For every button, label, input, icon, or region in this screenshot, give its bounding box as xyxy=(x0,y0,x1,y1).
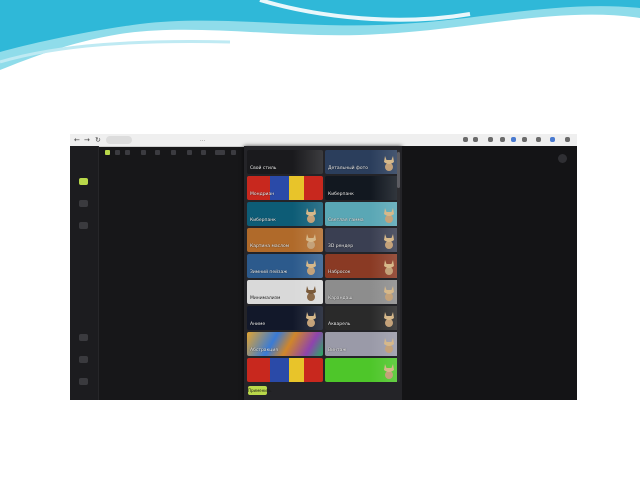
sidebar-item-help[interactable] xyxy=(79,334,88,341)
tool-icon[interactable] xyxy=(115,150,120,155)
style-option-tile[interactable]: Аниме xyxy=(247,306,323,330)
scrollbar[interactable] xyxy=(397,150,400,382)
style-grid: Свой стиль Детальный фото Мондриан Киберпан… xyxy=(247,150,397,382)
tool-icon[interactable] xyxy=(105,150,110,155)
canvas-area xyxy=(402,146,577,400)
tool-icon[interactable] xyxy=(231,150,236,155)
sidebar-item-news[interactable] xyxy=(79,356,88,363)
style-option-label: Акварель xyxy=(328,322,351,327)
style-option-tile[interactable]: Карандаш xyxy=(325,280,397,304)
reload-button[interactable]: ↻ xyxy=(95,136,101,144)
style-option-tile[interactable] xyxy=(325,358,397,382)
cat-preview-icon xyxy=(306,260,316,275)
style-option-label: Зимний пейзаж xyxy=(250,270,288,275)
avatar[interactable] xyxy=(558,154,567,163)
sidebar-item-gallery[interactable] xyxy=(79,200,88,207)
extension-icon[interactable] xyxy=(511,137,516,142)
extension-icon[interactable] xyxy=(463,137,468,142)
style-picker-dropdown: Свой стиль Детальный фото Мондриан Киберпан… xyxy=(244,146,402,400)
cat-preview-icon xyxy=(384,234,394,249)
back-button[interactable]: ← xyxy=(74,136,80,144)
app-sidebar xyxy=(70,146,99,400)
menu-icon[interactable] xyxy=(565,137,570,142)
style-option-tile[interactable]: Киберпанк xyxy=(247,202,323,226)
style-option-tile[interactable]: Светлая гамма xyxy=(325,202,397,226)
style-option-label: Детальный фото xyxy=(328,166,369,171)
style-option-label: Киберпанк xyxy=(250,218,276,223)
extension-icon[interactable] xyxy=(473,137,478,142)
style-option-label: Абстракция xyxy=(250,348,278,353)
style-option-label: Киберпанк xyxy=(328,192,354,197)
tool-icon[interactable] xyxy=(171,150,176,155)
apply-button[interactable]: Применить xyxy=(248,386,272,395)
tool-icon[interactable] xyxy=(215,150,225,155)
tool-icon[interactable] xyxy=(141,150,146,155)
profile-icon[interactable] xyxy=(536,137,541,142)
style-option-tile[interactable]: Акварель xyxy=(325,306,397,330)
cat-preview-icon xyxy=(384,286,394,301)
style-option-tile[interactable]: 3D рендер xyxy=(325,228,397,252)
app-screenshot: ← → ↻ ... Свой стиль Детальный фото Монд… xyxy=(70,134,577,400)
tool-icon[interactable] xyxy=(187,150,192,155)
style-option-label: Светлая гамма xyxy=(328,218,364,223)
extension-icon[interactable] xyxy=(488,137,493,142)
cat-preview-icon xyxy=(306,208,316,223)
cat-preview-icon xyxy=(384,338,394,353)
cat-preview-icon xyxy=(384,156,394,171)
sidebar-item-generate[interactable] xyxy=(79,178,88,185)
style-option-tile[interactable]: Набросок xyxy=(325,254,397,278)
style-option-tile[interactable]: Минимализм xyxy=(247,280,323,304)
cat-preview-icon xyxy=(384,260,394,275)
style-option-label: Карандаш xyxy=(328,296,353,301)
sidebar-item-account[interactable] xyxy=(79,378,88,385)
cat-preview-icon xyxy=(384,312,394,327)
style-option-tile[interactable]: Картина маслом xyxy=(247,228,323,252)
style-option-label: Винтаж xyxy=(328,348,347,353)
site-info-chip[interactable] xyxy=(106,136,132,144)
style-option-tile[interactable]: Киберпанк xyxy=(325,176,397,200)
style-option-tile[interactable] xyxy=(247,358,323,382)
style-option-label: 3D рендер xyxy=(328,244,354,249)
style-option-label: Свой стиль xyxy=(250,166,277,171)
cat-preview-icon xyxy=(384,208,394,223)
address-bar[interactable]: ... xyxy=(200,136,205,144)
style-option-label: Мондриан xyxy=(250,192,275,197)
style-option-tile[interactable]: Винтаж xyxy=(325,332,397,356)
slide-wave-decoration xyxy=(0,0,640,70)
style-option-label: Минимализм xyxy=(250,296,281,301)
style-option-label: Аниме xyxy=(250,322,266,327)
forward-button[interactable]: → xyxy=(84,136,90,144)
style-option-tile[interactable]: Абстракция xyxy=(247,332,323,356)
extension-icon[interactable] xyxy=(500,137,505,142)
style-option-tile[interactable]: Зимний пейзаж xyxy=(247,254,323,278)
extension-icon[interactable] xyxy=(550,137,555,142)
style-option-tile[interactable]: Мондриан xyxy=(247,176,323,200)
cat-preview-icon xyxy=(306,286,316,301)
tool-icon[interactable] xyxy=(125,150,130,155)
prompt-toolbar xyxy=(99,148,249,158)
extension-icon[interactable] xyxy=(522,137,527,142)
tool-icon[interactable] xyxy=(155,150,160,155)
tool-icon[interactable] xyxy=(201,150,206,155)
cat-preview-icon xyxy=(306,234,316,249)
cat-preview-icon xyxy=(306,312,316,327)
sidebar-item-edit[interactable] xyxy=(79,222,88,229)
cat-preview-icon xyxy=(384,364,394,379)
style-option-label: Набросок xyxy=(328,270,351,275)
scrollbar-thumb[interactable] xyxy=(397,152,400,188)
style-option-tile[interactable]: Детальный фото xyxy=(325,150,397,174)
style-option-tile[interactable]: Свой стиль xyxy=(247,150,323,174)
style-option-label: Картина маслом xyxy=(250,244,290,249)
